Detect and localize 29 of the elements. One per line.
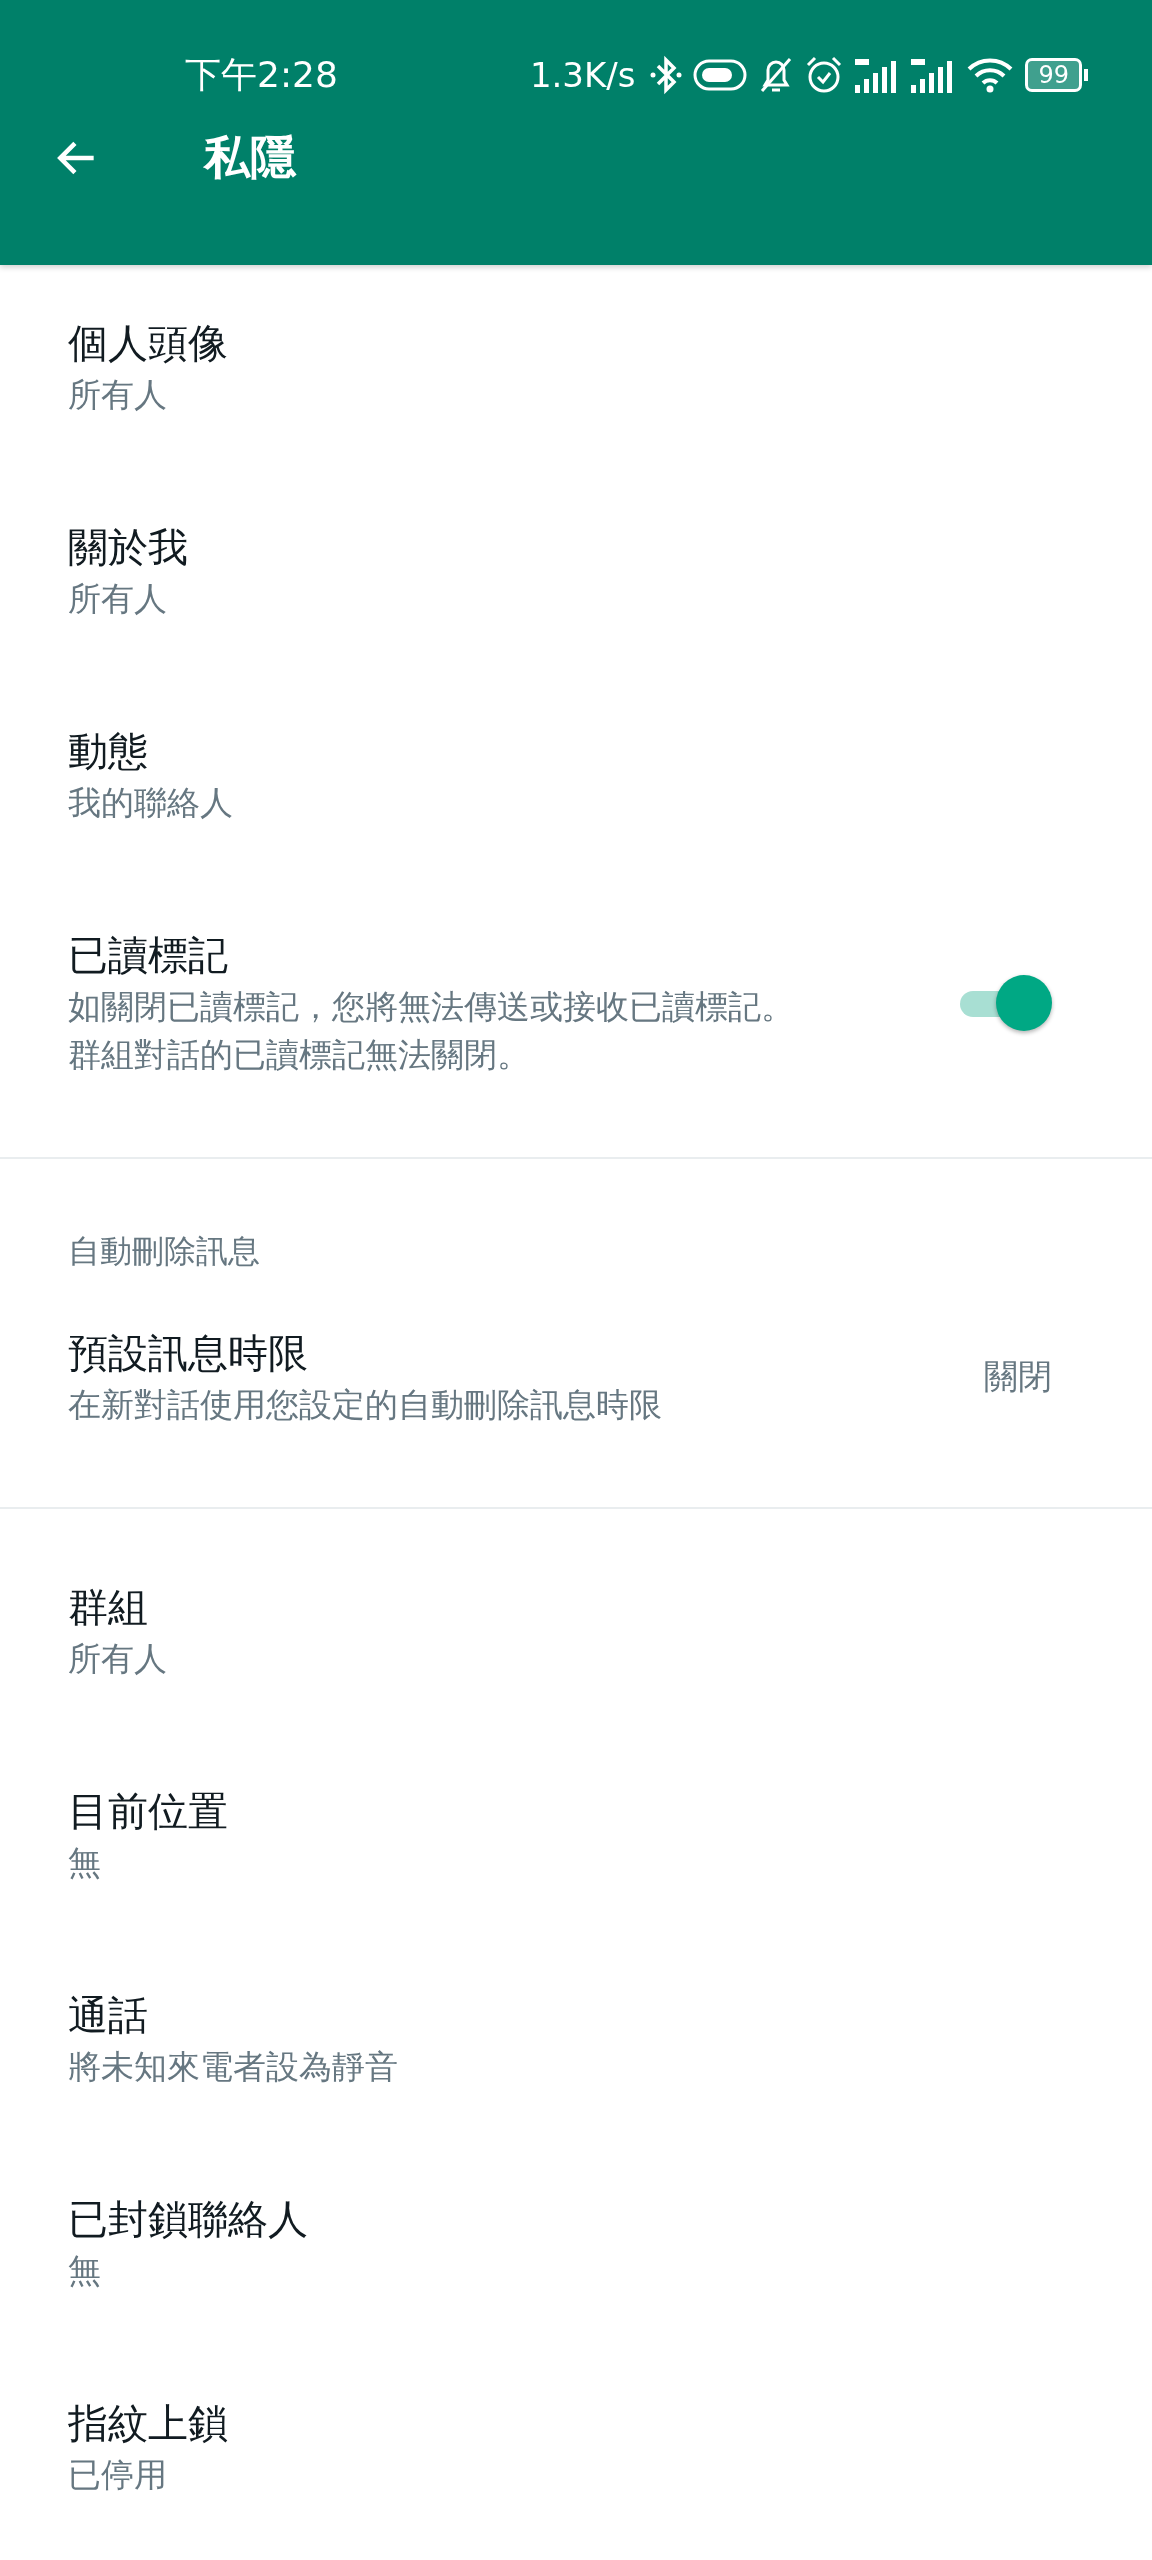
setting-title[interactable]: 通話 bbox=[68, 1987, 1052, 2043]
pill-icon bbox=[693, 59, 748, 91]
setting-title[interactable]: 目前位置 bbox=[68, 1783, 1052, 1839]
setting-subtitle: 如關閉已讀標記，您將無法傳送或接收已讀標記。群組對話的已讀標記無法關閉。 bbox=[68, 986, 795, 1076]
setting-title[interactable]: 已封鎖聯絡人 bbox=[68, 2191, 1052, 2247]
setting-title[interactable]: 指紋上鎖 bbox=[68, 2395, 1052, 2451]
setting-title[interactable]: 個人頭像 bbox=[68, 315, 1052, 371]
network-speed: 1.3K/s bbox=[529, 55, 636, 95]
bluetooth-icon bbox=[649, 55, 684, 95]
setting-title[interactable]: 已讀標記 bbox=[68, 927, 960, 983]
setting-subtitle: 我的聯絡人 bbox=[68, 782, 234, 824]
setting-subtitle: 在新對話使用您設定的自動刪除訊息時限 bbox=[68, 1384, 663, 1426]
toggle-switch[interactable] bbox=[960, 973, 1052, 1033]
setting-title[interactable]: 預設訊息時限 bbox=[68, 1325, 984, 1381]
setting-subtitle: 無 bbox=[68, 2250, 102, 2292]
setting-title[interactable]: 動態 bbox=[68, 723, 1052, 779]
setting-title[interactable]: 群組 bbox=[68, 1579, 1052, 1635]
section-header: 自動刪除訊息 bbox=[67, 1231, 261, 1272]
setting-subtitle: 將未知來電者設為靜音 bbox=[68, 2046, 399, 2088]
setting-subtitle: 所有人 bbox=[68, 374, 168, 416]
setting-subtitle: 已停用 bbox=[68, 2454, 168, 2496]
setting-title[interactable]: 關於我 bbox=[68, 519, 1052, 575]
setting-subtitle: 所有人 bbox=[68, 1638, 168, 1680]
status-time: 下午2:28 bbox=[185, 52, 338, 97]
alarm-icon bbox=[805, 55, 844, 95]
setting-subtitle: 無 bbox=[68, 1842, 102, 1884]
page-title: 私隱 bbox=[204, 129, 296, 186]
setting-value: 關閉 bbox=[984, 1355, 1052, 1398]
setting-subtitle: 所有人 bbox=[68, 578, 168, 620]
